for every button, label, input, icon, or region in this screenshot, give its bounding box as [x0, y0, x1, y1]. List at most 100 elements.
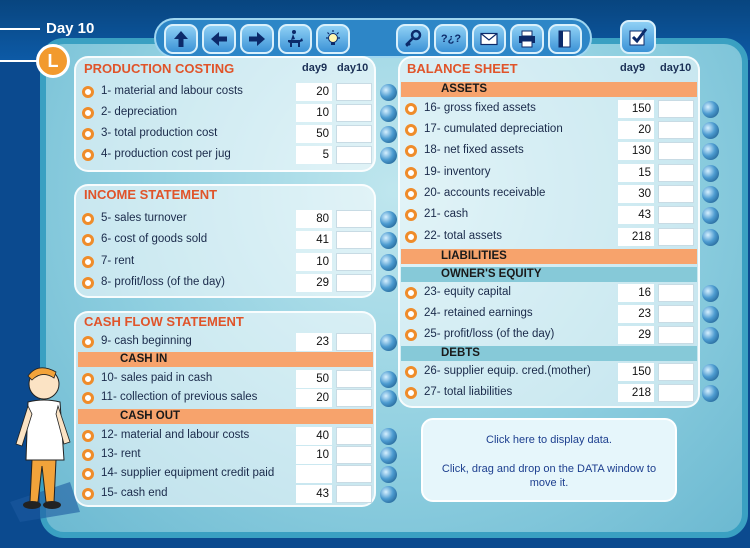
row-action-button[interactable]: [380, 275, 397, 292]
display-data-box[interactable]: Click here to display data. Click, drag …: [421, 418, 677, 502]
row-label: 19- inventory: [424, 166, 491, 178]
key-icon: [405, 29, 422, 47]
day10-input[interactable]: [336, 485, 372, 503]
info-bullet-icon[interactable]: [405, 308, 417, 320]
info-bullet-icon[interactable]: [82, 234, 94, 246]
row-action-button[interactable]: [380, 334, 397, 351]
day10-input[interactable]: [336, 427, 372, 445]
day10-input[interactable]: [336, 370, 372, 388]
day10-input[interactable]: [336, 333, 372, 351]
day10-input[interactable]: [658, 384, 694, 402]
row-action-button[interactable]: [702, 306, 719, 323]
day9-value: 43: [618, 206, 654, 224]
day10-input[interactable]: [658, 100, 694, 118]
info-bullet-icon[interactable]: [405, 124, 417, 136]
row-action-button[interactable]: [380, 371, 397, 388]
day10-input[interactable]: [658, 185, 694, 203]
forward-button[interactable]: [240, 24, 274, 54]
cash-in-bar: CASH IN: [78, 352, 373, 367]
row-action-button[interactable]: [380, 254, 397, 271]
info-bullet-icon[interactable]: [82, 256, 94, 268]
info-bullet-icon[interactable]: [405, 329, 417, 341]
validate-button[interactable]: [620, 20, 656, 54]
info-bullet-icon[interactable]: [82, 213, 94, 225]
idea-button[interactable]: [316, 24, 350, 54]
day10-input[interactable]: [336, 446, 372, 464]
info-bullet-icon[interactable]: [82, 107, 94, 119]
info-bullet-icon[interactable]: [82, 373, 94, 385]
row-action-button[interactable]: [380, 105, 397, 122]
row-action-button[interactable]: [380, 232, 397, 249]
day9-value: 10: [296, 104, 332, 122]
row-action-button[interactable]: [702, 101, 719, 118]
row-action-button[interactable]: [702, 229, 719, 246]
day10-input[interactable]: [658, 121, 694, 139]
day10-input[interactable]: [336, 389, 372, 407]
print-button[interactable]: [510, 24, 544, 54]
info-bullet-icon[interactable]: [82, 277, 94, 289]
row-action-button[interactable]: [702, 385, 719, 402]
info-bullet-icon[interactable]: [405, 387, 417, 399]
info-bullet-icon[interactable]: [405, 209, 417, 221]
day10-input[interactable]: [336, 465, 372, 483]
info-bullet-icon[interactable]: [405, 231, 417, 243]
up-arrow-button[interactable]: [164, 24, 198, 54]
info-bullet-icon[interactable]: [82, 488, 94, 500]
day10-input[interactable]: [336, 210, 372, 228]
info-bullet-icon[interactable]: [405, 366, 417, 378]
day10-input[interactable]: [658, 284, 694, 302]
row-action-button[interactable]: [380, 211, 397, 228]
row-label: 2- depreciation: [101, 106, 178, 118]
row-action-button[interactable]: [380, 147, 397, 164]
info-bullet-icon[interactable]: [82, 336, 94, 348]
row-action-button[interactable]: [380, 84, 397, 101]
info-bullet-icon[interactable]: [405, 167, 417, 179]
day10-input[interactable]: [658, 305, 694, 323]
info-bullet-icon[interactable]: [82, 449, 94, 461]
row-action-button[interactable]: [380, 126, 397, 143]
day10-input[interactable]: [658, 142, 694, 160]
day10-input[interactable]: [336, 104, 372, 122]
help-button[interactable]: ?¿?: [434, 24, 468, 54]
info-bullet-icon[interactable]: [82, 468, 94, 480]
row-action-button[interactable]: [702, 143, 719, 160]
income-statement-title: INCOME STATEMENT: [84, 187, 218, 202]
day10-input[interactable]: [336, 83, 372, 101]
day10-input[interactable]: [336, 125, 372, 143]
day10-input[interactable]: [658, 206, 694, 224]
row-action-button[interactable]: [702, 165, 719, 182]
info-bullet-icon[interactable]: [82, 149, 94, 161]
book-button[interactable]: [548, 24, 582, 54]
day10-input[interactable]: [658, 228, 694, 246]
info-bullet-icon[interactable]: [82, 86, 94, 98]
day10-input[interactable]: [336, 231, 372, 249]
row-action-button[interactable]: [702, 207, 719, 224]
info-bullet-icon[interactable]: [82, 128, 94, 140]
day10-input[interactable]: [336, 253, 372, 271]
info-bullet-icon[interactable]: [405, 188, 417, 200]
info-bullet-icon[interactable]: [405, 103, 417, 115]
row-action-button[interactable]: [702, 186, 719, 203]
row-action-button[interactable]: [380, 486, 397, 503]
row-action-button[interactable]: [380, 428, 397, 445]
info-bullet-icon[interactable]: [405, 145, 417, 157]
horse-rider-button[interactable]: [278, 24, 312, 54]
row-action-button[interactable]: [702, 327, 719, 344]
row-action-button[interactable]: [702, 285, 719, 302]
row-action-button[interactable]: [702, 364, 719, 381]
row-action-button[interactable]: [380, 447, 397, 464]
day10-input[interactable]: [658, 326, 694, 344]
row-action-button[interactable]: [380, 390, 397, 407]
day10-input[interactable]: [658, 164, 694, 182]
day10-input[interactable]: [336, 274, 372, 292]
back-button[interactable]: [202, 24, 236, 54]
day10-input[interactable]: [336, 146, 372, 164]
row-action-button[interactable]: [702, 122, 719, 139]
day10-input[interactable]: [658, 363, 694, 381]
key-button[interactable]: [396, 24, 430, 54]
info-bullet-icon[interactable]: [82, 430, 94, 442]
row-action-button[interactable]: [380, 466, 397, 483]
info-bullet-icon[interactable]: [405, 287, 417, 299]
info-bullet-icon[interactable]: [82, 392, 94, 404]
mail-button[interactable]: [472, 24, 506, 54]
